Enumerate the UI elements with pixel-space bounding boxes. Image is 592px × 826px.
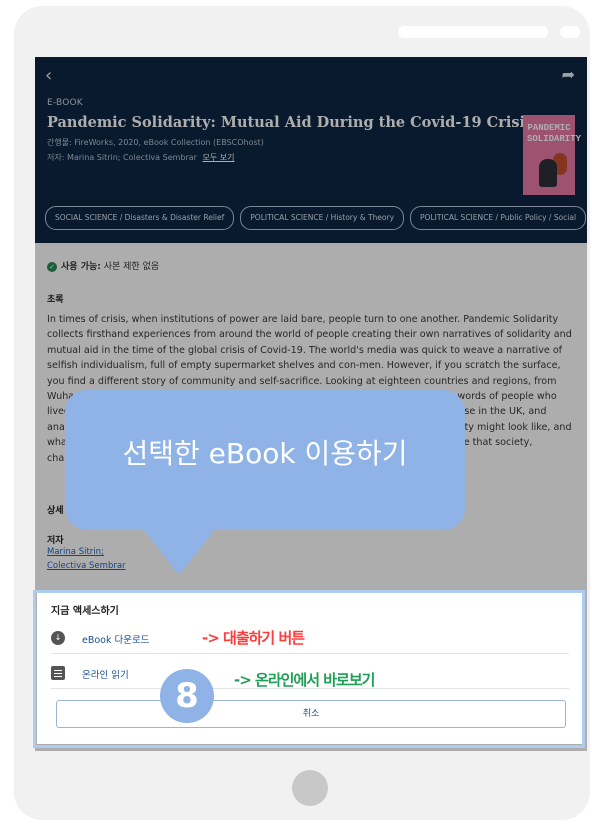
home-button[interactable]	[292, 770, 328, 806]
download-annotation: -> 대출하기 버튼	[202, 629, 305, 647]
speaker-slot	[398, 26, 548, 38]
callout-pointer	[143, 529, 215, 575]
step-badge: 8	[160, 669, 214, 723]
instruction-callout: 선택한 eBook 이용하기	[65, 390, 465, 530]
camera-dot	[560, 26, 580, 38]
online-annotation: -> 온라인에서 바로보기	[234, 671, 375, 689]
callout-text: 선택한 eBook 이용하기	[122, 437, 408, 470]
